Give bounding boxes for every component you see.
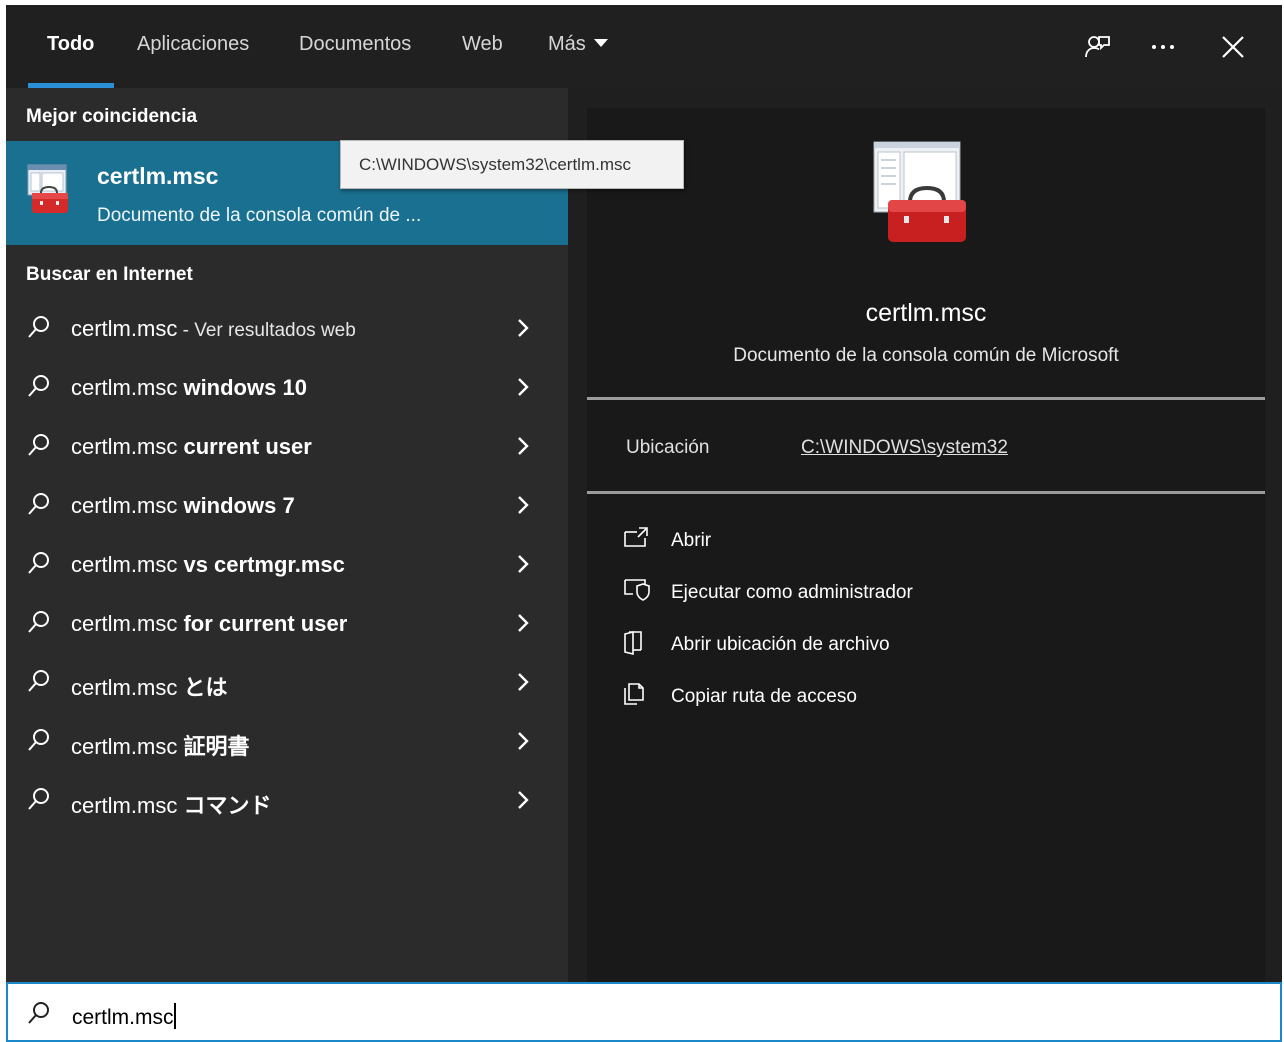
open-icon <box>623 526 649 553</box>
search-icon <box>26 314 52 345</box>
suggestion-item[interactable]: certlm.msc windows 7 <box>6 478 568 536</box>
suggestion-completion: windows 10 <box>183 375 307 400</box>
suggestion-item[interactable]: certlm.msc for current user <box>6 596 568 654</box>
tab-todo[interactable]: Todo <box>47 33 94 56</box>
divider <box>587 397 1265 400</box>
search-icon <box>26 432 52 463</box>
action-copy-path-label: Copiar ruta de acceso <box>671 686 857 707</box>
suggestion-text: certlm.msc 証明書 <box>71 729 249 761</box>
file-location-icon <box>623 630 647 661</box>
chevron-right-icon[interactable] <box>516 376 530 403</box>
filter-bar: Todo Aplicaciones Documentos Web Más <box>6 5 1282 88</box>
suggestion-text: certlm.msc current user <box>71 434 312 460</box>
location-label: Ubicación <box>626 437 710 458</box>
caret-down-icon <box>593 39 608 47</box>
suggestion-text: certlm.msc for current user <box>71 611 347 637</box>
chevron-right-icon[interactable] <box>516 494 530 521</box>
tab-aplicaciones[interactable]: Aplicaciones <box>137 33 249 56</box>
suggestion-completion: vs certmgr.msc <box>183 552 345 577</box>
search-icon <box>26 786 52 817</box>
suggestion-item[interactable]: certlm.msc current user <box>6 419 568 477</box>
search-query-text: certlm.msc <box>72 1006 174 1029</box>
location-link[interactable]: C:\WINDOWS\system32 <box>801 437 1008 459</box>
search-icon <box>26 491 52 522</box>
mmc-toolbox-icon <box>26 163 72 222</box>
suggestion-text: certlm.msc とは <box>71 670 227 702</box>
suggestion-query: certlm.msc <box>71 375 184 400</box>
suggestion-query: certlm.msc <box>71 793 184 818</box>
preview-card: certlm.msc Documento de la consola común… <box>587 108 1265 982</box>
suggestion-text: certlm.msc vs certmgr.msc <box>71 552 345 578</box>
close-icon[interactable] <box>1215 29 1251 65</box>
ellipsis-icon[interactable] <box>1145 29 1181 65</box>
suggestion-query: certlm.msc <box>71 316 178 341</box>
suggestion-item[interactable]: certlm.msc windows 10 <box>6 360 568 418</box>
suggestion-query: certlm.msc <box>71 734 184 759</box>
best-match-subtitle: Documento de la consola común de ... <box>97 205 422 226</box>
suggestion-text: certlm.msc windows 10 <box>71 375 307 401</box>
feedback-person-icon[interactable] <box>1079 29 1115 65</box>
action-open[interactable]: Abrir <box>623 520 1023 560</box>
tab-mas[interactable]: Más <box>548 33 608 56</box>
chevron-right-icon[interactable] <box>516 317 530 344</box>
suggestion-item[interactable]: certlm.msc コマンド <box>6 773 568 831</box>
search-icon <box>26 1000 52 1031</box>
search-box[interactable]: certlm.msc <box>6 982 1282 1042</box>
preview-subtitle: Documento de la consola común de Microso… <box>733 345 1119 366</box>
action-copy-path[interactable]: Copiar ruta de acceso <box>623 676 1023 716</box>
divider <box>587 491 1265 494</box>
chevron-right-icon[interactable] <box>516 789 530 816</box>
suggestion-query: certlm.msc <box>71 493 184 518</box>
search-icon <box>26 373 52 404</box>
suggestion-completion: current user <box>183 434 312 459</box>
suggestion-completion: for current user <box>183 611 348 636</box>
preview-panel: certlm.msc Documento de la consola común… <box>568 88 1282 982</box>
chevron-right-icon[interactable] <box>516 671 530 698</box>
preview-title: certlm.msc <box>865 299 987 327</box>
search-icon <box>26 550 52 581</box>
suggestion-query: certlm.msc <box>71 552 184 577</box>
suggestion-query: certlm.msc <box>71 611 184 636</box>
search-icon <box>26 609 52 640</box>
results-panel: Mejor coincidencia certlm.msc Documento … <box>6 88 568 982</box>
run-as-admin-icon <box>623 578 651 607</box>
tab-web[interactable]: Web <box>462 33 503 56</box>
suggestion-item[interactable]: certlm.msc 証明書 <box>6 714 568 772</box>
search-input[interactable]: certlm.msc <box>72 1003 176 1030</box>
suggestion-completion: - Ver resultados web <box>177 320 356 341</box>
suggestion-completion: windows 7 <box>183 493 295 518</box>
chevron-right-icon[interactable] <box>516 612 530 639</box>
suggestion-completion: とは <box>183 675 228 700</box>
chevron-right-icon[interactable] <box>516 553 530 580</box>
suggestion-item[interactable]: certlm.msc vs certmgr.msc <box>6 537 568 595</box>
suggestion-query: certlm.msc <box>71 675 184 700</box>
suggestion-completion: コマンド <box>183 793 272 818</box>
chevron-right-icon[interactable] <box>516 435 530 462</box>
best-match-heading: Mejor coincidencia <box>26 106 198 127</box>
action-file-location[interactable]: Abrir ubicación de archivo <box>623 624 1023 664</box>
suggestion-item[interactable]: certlm.msc とは <box>6 655 568 713</box>
best-match-title: certlm.msc <box>97 163 219 189</box>
action-file-location-label: Abrir ubicación de archivo <box>671 634 890 655</box>
copy-path-icon <box>623 682 647 713</box>
text-cursor <box>173 1003 176 1029</box>
search-icon <box>26 727 52 758</box>
action-open-label: Abrir <box>671 530 712 551</box>
suggestion-completion: 証明書 <box>183 734 250 759</box>
mmc-toolbox-large-icon <box>872 140 970 251</box>
suggestion-text: certlm.msc コマンド <box>71 788 271 820</box>
suggestion-text: certlm.msc - Ver resultados web <box>71 316 356 342</box>
path-tooltip: C:\WINDOWS\system32\certlm.msc <box>340 140 684 189</box>
suggestion-item[interactable]: certlm.msc - Ver resultados web <box>6 301 568 359</box>
chevron-right-icon[interactable] <box>516 730 530 757</box>
search-icon <box>26 668 52 699</box>
action-run-as-admin[interactable]: Ejecutar como administrador <box>623 572 1023 612</box>
internet-heading: Buscar en Internet <box>26 264 193 285</box>
action-run-as-admin-label: Ejecutar como administrador <box>671 582 913 603</box>
suggestion-text: certlm.msc windows 7 <box>71 493 295 519</box>
suggestion-query: certlm.msc <box>71 434 184 459</box>
tab-documentos[interactable]: Documentos <box>299 33 411 56</box>
tab-mas-label: Más <box>548 33 586 55</box>
